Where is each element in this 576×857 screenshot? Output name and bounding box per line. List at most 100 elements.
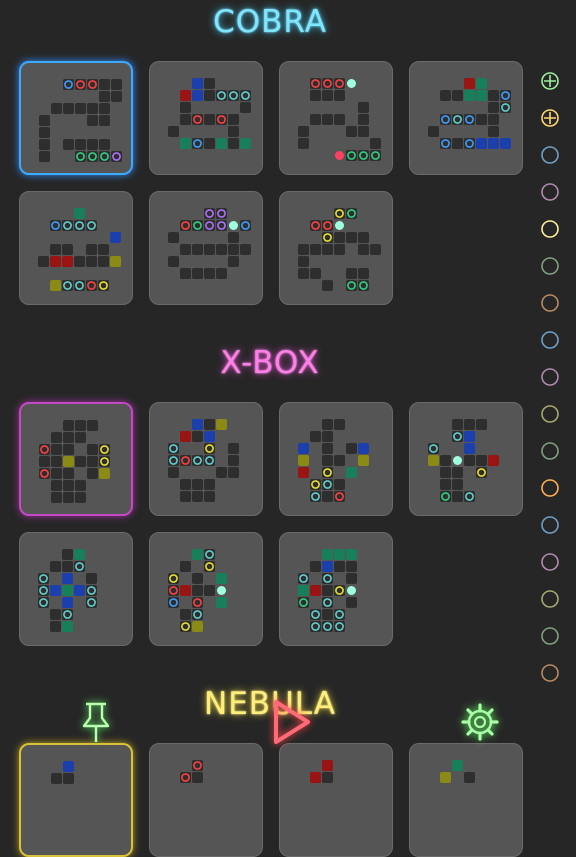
side-button-15[interactable] <box>540 589 560 609</box>
grid-cell <box>488 126 499 137</box>
side-button-7[interactable] <box>540 293 560 313</box>
level-tile-xbox-5[interactable] <box>19 532 133 646</box>
grid-cell <box>240 244 251 255</box>
level-tile-cobra-3[interactable] <box>279 61 393 175</box>
grid-cell <box>310 244 321 255</box>
level-tile-nebula-4[interactable] <box>409 743 523 857</box>
grid-cell <box>39 456 50 467</box>
grid-cell <box>334 244 345 255</box>
level-grid <box>298 549 357 632</box>
grid-cell <box>87 420 98 431</box>
pin-icon <box>82 702 110 742</box>
grid-cell <box>50 561 61 572</box>
side-button-16[interactable] <box>540 626 560 646</box>
grid-cell <box>192 78 203 89</box>
section-title-cobra: COBRA <box>213 4 327 40</box>
pin-button[interactable] <box>78 700 114 744</box>
level-tile-xbox-2[interactable] <box>149 402 263 516</box>
grid-cell <box>75 103 86 114</box>
level-tile-xbox-1[interactable] <box>19 402 133 516</box>
grid-cell <box>216 573 227 584</box>
side-button-12[interactable] <box>540 478 560 498</box>
grid-cell <box>75 492 86 503</box>
side-button-9[interactable] <box>540 367 560 387</box>
side-button-4[interactable] <box>540 182 560 202</box>
grid-cell <box>488 90 499 101</box>
grid-cell <box>180 102 191 113</box>
grid-cell <box>476 419 487 430</box>
level-grid <box>168 78 251 149</box>
grid-cell <box>216 467 227 478</box>
grid-cell <box>428 126 439 137</box>
side-button-3[interactable] <box>540 145 560 165</box>
grid-cell <box>74 549 85 560</box>
side-button-13[interactable] <box>540 515 560 535</box>
grid-cell <box>334 114 345 125</box>
glow-node <box>229 221 238 230</box>
level-tile-nebula-2[interactable] <box>149 743 263 857</box>
level-tile-xbox-4[interactable] <box>409 402 523 516</box>
side-button-17[interactable] <box>540 663 560 683</box>
grid-cell <box>370 138 381 149</box>
settings-button[interactable] <box>460 702 500 742</box>
grid-cell <box>180 561 191 572</box>
grid-cell <box>452 467 463 478</box>
level-tile-cobra-6[interactable] <box>149 191 263 305</box>
circle-icon <box>541 553 559 571</box>
grid-cell <box>192 573 203 584</box>
grid-cell <box>322 244 333 255</box>
grid-cell <box>358 268 369 279</box>
grid-cell <box>51 456 62 467</box>
grid-cell <box>87 115 98 126</box>
grid-cell <box>87 139 98 150</box>
grid-cell <box>63 468 74 479</box>
grid-cell <box>322 609 333 620</box>
side-button-2[interactable] <box>540 108 560 128</box>
grid-cell <box>168 232 179 243</box>
grid-cell <box>180 90 191 101</box>
level-tile-cobra-2[interactable] <box>149 61 263 175</box>
grid-cell <box>310 561 321 572</box>
level-grid <box>51 761 74 784</box>
side-button-11[interactable] <box>540 441 560 461</box>
grid-cell <box>358 443 369 454</box>
grid-cell <box>298 443 309 454</box>
level-tile-nebula-1[interactable] <box>19 743 133 857</box>
grid-cell <box>204 90 215 101</box>
grid-cell <box>192 431 203 442</box>
grid-cell <box>74 585 85 596</box>
grid-cell <box>180 138 191 149</box>
side-button-6[interactable] <box>540 256 560 276</box>
grid-cell <box>428 455 439 466</box>
side-button-1[interactable] <box>540 71 560 91</box>
level-tile-xbox-3[interactable] <box>279 402 393 516</box>
grid-cell <box>322 491 333 502</box>
level-tile-nebula-3[interactable] <box>279 743 393 857</box>
grid-cell <box>358 114 369 125</box>
side-button-14[interactable] <box>540 552 560 572</box>
play-button[interactable] <box>268 696 314 746</box>
grid-cell <box>228 455 239 466</box>
level-tile-cobra-5[interactable] <box>19 191 133 305</box>
side-button-5[interactable] <box>540 219 560 239</box>
level-grid <box>168 208 251 279</box>
grid-cell <box>63 456 74 467</box>
grid-cell <box>63 773 74 784</box>
grid-cell <box>99 103 110 114</box>
grid-cell <box>358 455 369 466</box>
grid-cell <box>63 492 74 503</box>
grid-cell <box>62 597 73 608</box>
level-tile-cobra-1[interactable] <box>19 61 133 175</box>
grid-cell <box>464 772 475 783</box>
grid-cell <box>180 491 191 502</box>
side-button-10[interactable] <box>540 404 560 424</box>
level-tile-xbox-6[interactable] <box>149 532 263 646</box>
grid-cell <box>310 772 321 783</box>
level-tile-cobra-4[interactable] <box>409 61 523 175</box>
level-tile-xbox-7[interactable] <box>279 532 393 646</box>
grid-cell <box>99 91 110 102</box>
level-tile-cobra-7[interactable] <box>279 191 393 305</box>
grid-cell <box>168 467 179 478</box>
grid-cell <box>228 244 239 255</box>
side-button-8[interactable] <box>540 330 560 350</box>
